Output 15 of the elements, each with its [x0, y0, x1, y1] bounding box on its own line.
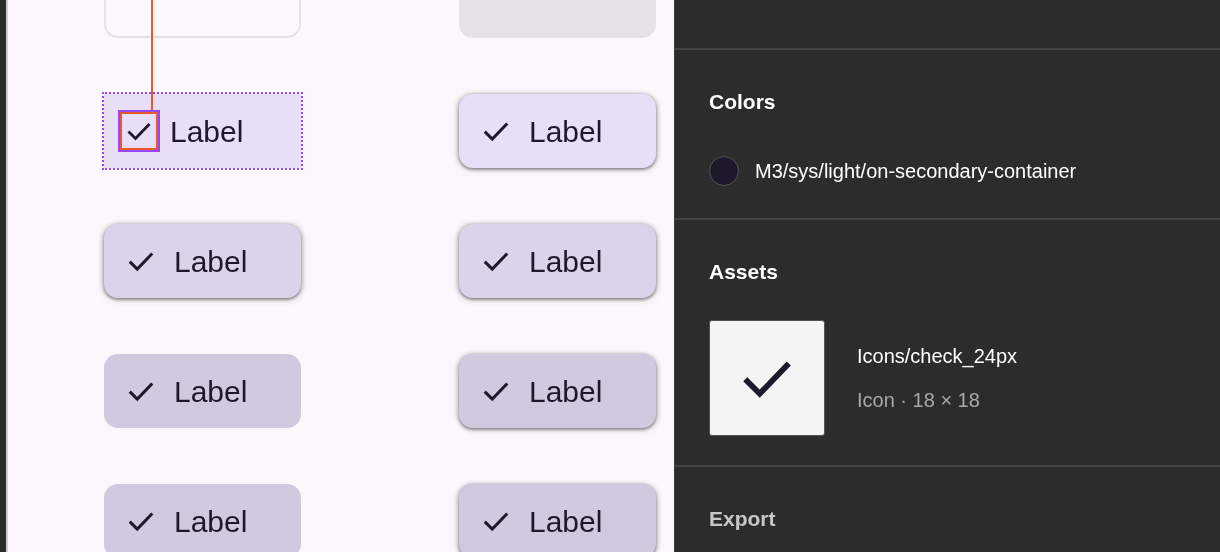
section-title: Export [709, 506, 777, 532]
filter-chip[interactable]: Label [459, 94, 656, 168]
filter-chip[interactable]: Label [104, 224, 301, 298]
filter-chip[interactable]: Label [104, 354, 301, 428]
filter-chip[interactable]: Label [459, 354, 656, 428]
asset-name: Icons/check_24px [857, 343, 1018, 370]
asset-detail: Icon · 18 × 18 [857, 387, 981, 413]
filter-chip[interactable]: Label [104, 484, 301, 552]
section-title: Assets [709, 259, 779, 285]
filter-chip[interactable]: Label [104, 94, 301, 168]
section-title: Colors [709, 89, 777, 115]
filter-chip[interactable]: Label [459, 224, 656, 298]
color-style-name[interactable]: M3/sys/light/on-secondary-container [755, 155, 1077, 186]
filter-chip[interactable]: Label [459, 484, 656, 552]
asset-thumbnail[interactable] [709, 319, 825, 436]
